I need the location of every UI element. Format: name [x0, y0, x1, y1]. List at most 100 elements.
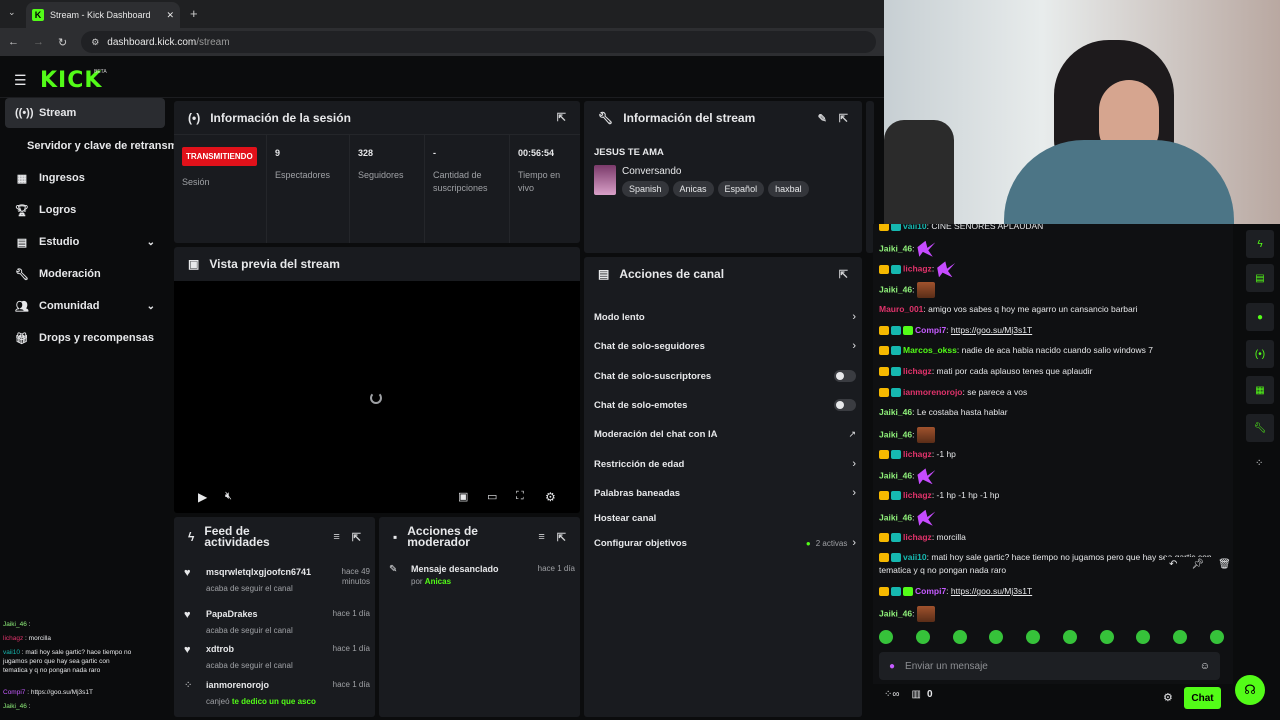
action-banned-words[interactable]: Palabras baneadas ›: [594, 479, 856, 507]
theater-mode-icon[interactable]: ▭: [487, 490, 497, 503]
chat-username[interactable]: ianmorenorojo: [903, 387, 963, 397]
category-name[interactable]: Conversando: [622, 166, 681, 177]
wrench-icon[interactable]: 🔧︎: [1246, 414, 1274, 442]
chat-message[interactable]: Marcos_okss: nadie de aca habia nacido c…: [879, 344, 1229, 357]
chat-message[interactable]: Compi7: https://goo.su/Mj3s1T: [879, 585, 1229, 598]
chat-link[interactable]: https://goo.su/Mj3s1T: [951, 325, 1032, 335]
emote-icon[interactable]: [1136, 630, 1151, 644]
chat-message[interactable]: Jaiki_46:: [879, 605, 1229, 622]
category-thumbnail[interactable]: [594, 165, 616, 195]
fullscreen-icon[interactable]: ⛶: [516, 490, 524, 503]
new-tab-icon[interactable]: +: [190, 6, 198, 21]
chat-message[interactable]: Compi7: https://goo.su/Mj3s1T: [879, 324, 1229, 337]
chat-message[interactable]: lichagz: -1 hp: [879, 448, 1229, 461]
close-tab-icon[interactable]: ✕: [166, 10, 174, 21]
popout-icon[interactable]: ⇱: [839, 268, 848, 281]
popout-icon[interactable]: ⇱: [839, 112, 848, 125]
emote-icon[interactable]: [1026, 630, 1041, 644]
tag[interactable]: Spanish: [622, 181, 669, 197]
chat-username[interactable]: vaii10: [903, 224, 927, 231]
chat-username[interactable]: Mauro_001: [879, 304, 923, 314]
chat-input[interactable]: ● Enviar un mensaje ☺: [879, 652, 1220, 680]
chat-username[interactable]: lichagz: [903, 449, 932, 459]
chat-username[interactable]: Jaiki_46: [879, 284, 912, 294]
chat-message[interactable]: lichagz: morcilla: [879, 531, 1229, 544]
action-modo-lento[interactable]: Modo lento ›: [594, 303, 856, 331]
emoji-picker-icon[interactable]: ☺: [1200, 661, 1210, 672]
more-icon[interactable]: ⁘: [1255, 458, 1263, 469]
action-solo-seguidores[interactable]: Chat de solo-seguidores ›: [594, 332, 856, 360]
chat-message[interactable]: lichagz: -1 hp -1 hp -1 hp: [879, 489, 1229, 502]
chat-username[interactable]: vaii10: [903, 552, 927, 562]
chat-username[interactable]: Jaiki_46: [879, 429, 912, 439]
sidebar-item-estudio[interactable]: ▤ Estudio ⌄: [5, 227, 165, 257]
filter-icon[interactable]: ≡: [538, 531, 544, 544]
action-age-restriction[interactable]: Restricción de edad ›: [594, 450, 856, 478]
chat-settings-icon[interactable]: ⚙: [1163, 691, 1173, 704]
sidebar-item-moderacion[interactable]: 🔧︎ Moderación: [5, 259, 165, 289]
delete-icon[interactable]: 🗑︎: [1218, 559, 1231, 570]
tag[interactable]: haxbal: [768, 181, 809, 197]
chat-username[interactable]: lichagz: [903, 490, 932, 500]
chat-message[interactable]: lichagz:: [879, 261, 1229, 278]
sidebar-item-comunidad[interactable]: 👥︎ Comunidad ⌄: [5, 291, 165, 321]
emote-icon[interactable]: [1173, 630, 1188, 644]
forward-icon[interactable]: →: [33, 36, 44, 48]
action-ia-moderation[interactable]: Moderación del chat con IA ↗: [594, 420, 856, 448]
sidebar-item-logros[interactable]: 🏆︎ Logros: [5, 195, 165, 225]
action-solo-emotes[interactable]: Chat de solo-emotes: [594, 391, 856, 419]
sidebar-item-ingresos[interactable]: ▦ Ingresos: [5, 163, 165, 193]
mute-icon[interactable]: 🔇︎: [225, 490, 232, 503]
chat-message[interactable]: vaii10: CINE SEÑORES APLAUDAN: [879, 224, 1229, 233]
emote-only-toggle[interactable]: [834, 399, 856, 411]
reload-icon[interactable]: ↻: [58, 36, 67, 49]
picture-in-picture-icon[interactable]: ▣: [458, 490, 468, 503]
chat-username[interactable]: Compi7: [915, 586, 946, 596]
sidebar-item-server-key[interactable]: Servidor y clave de retransm: [5, 131, 177, 161]
chat-message[interactable]: Jaiki_46:: [879, 240, 1229, 257]
points-icon[interactable]: ⁘∞: [884, 689, 900, 700]
emote-icon[interactable]: [952, 630, 967, 644]
notes-icon[interactable]: ▤: [1246, 264, 1274, 292]
chat-username[interactable]: Jaiki_46: [879, 407, 912, 417]
hamburger-menu-icon[interactable]: ☰: [14, 72, 27, 89]
tag[interactable]: Español: [717, 181, 765, 197]
feed-user[interactable]: msqrwletqlxgjoofcn6741: [206, 567, 311, 577]
sidebar-item-stream[interactable]: ((•)) Stream: [5, 98, 165, 128]
chat-message[interactable]: Jaiki_46:: [879, 468, 1229, 485]
chat-username[interactable]: lichagz: [903, 264, 932, 274]
chat-username[interactable]: Jaiki_46: [879, 608, 912, 618]
site-info-icon[interactable]: ⚙: [91, 37, 99, 48]
subs-only-toggle[interactable]: [834, 370, 856, 382]
action-goals[interactable]: Configurar objetivos ● 2 activas ›: [594, 529, 856, 557]
chat-message[interactable]: Jaiki_46: Le costaba hasta hablar: [879, 406, 1229, 419]
pin-icon[interactable]: 📌︎: [1191, 559, 1204, 570]
filter-icon[interactable]: ≡: [333, 531, 339, 544]
chat-message[interactable]: ianmorenorojo: se parece a vos: [879, 386, 1229, 399]
back-icon[interactable]: ←: [8, 36, 19, 48]
chat-message[interactable]: Mauro_001: amigo vos sabes q hoy me agar…: [879, 303, 1229, 316]
emote-icon[interactable]: [989, 630, 1004, 644]
chat-username[interactable]: Compi7: [915, 325, 946, 335]
browser-tab[interactable]: K Stream - Kick Dashboard ✕: [26, 2, 180, 28]
chat-message[interactable]: Jaiki_46:: [879, 509, 1229, 526]
feed-user[interactable]: ianmorenorojo: [206, 680, 269, 690]
popout-icon[interactable]: ⇱: [557, 111, 566, 124]
chat-username[interactable]: Jaiki_46: [879, 471, 912, 481]
chat-bubble-icon[interactable]: ●: [1246, 303, 1274, 331]
url-field[interactable]: ⚙ dashboard.kick.com /stream: [81, 31, 876, 53]
emote-icon[interactable]: [1209, 630, 1224, 644]
chat-message[interactable]: lichagz: mati por cada aplauso tenes que…: [879, 365, 1229, 378]
chat-message[interactable]: Jaiki_46:: [879, 427, 1229, 443]
mic-icon[interactable]: ●: [889, 661, 895, 672]
emote-icon[interactable]: [1099, 630, 1114, 644]
chat-message[interactable]: Jaiki_46:: [879, 282, 1229, 299]
action-solo-suscriptores[interactable]: Chat de solo-suscriptores: [594, 362, 856, 390]
mod-by-user[interactable]: Anicas: [425, 577, 451, 586]
broadcast-icon[interactable]: (•): [1246, 340, 1274, 368]
chat-username[interactable]: lichagz: [903, 532, 932, 542]
sidebar-item-drops[interactable]: 🎁︎ Drops y recompensas: [5, 323, 165, 353]
popout-icon[interactable]: ⇱: [557, 531, 566, 544]
send-chat-button[interactable]: Chat: [1184, 687, 1221, 709]
chat-username[interactable]: Jaiki_46: [879, 243, 912, 253]
